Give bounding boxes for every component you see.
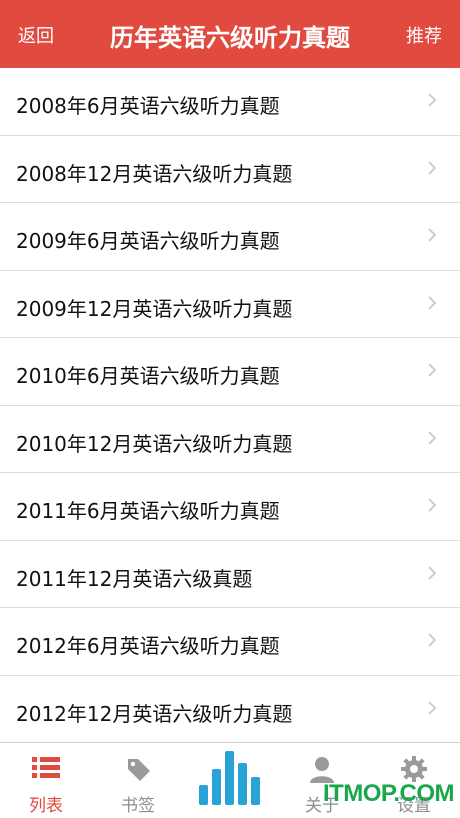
chevron-right-icon bbox=[428, 93, 437, 107]
chevron-right-icon bbox=[428, 430, 437, 445]
list-item[interactable]: 2009年6月英语六级听力真题 bbox=[0, 203, 460, 271]
list-item-label: 2011年6月英语六级听力真题 bbox=[16, 499, 280, 523]
person-icon bbox=[310, 757, 334, 783]
tag-icon bbox=[128, 759, 150, 781]
list-item[interactable]: 2010年6月英语六级听力真题 bbox=[0, 338, 460, 406]
tab-list[interactable]: 列表 bbox=[0, 743, 92, 818]
chevron-right-icon bbox=[428, 363, 437, 377]
page-title: 历年英语六级听力真题 bbox=[110, 24, 350, 52]
list-item-label: 2012年6月英语六级听力真题 bbox=[16, 634, 280, 658]
tab-bookmarks[interactable]: 书签 bbox=[92, 743, 184, 818]
chevron-right-icon bbox=[428, 498, 437, 512]
list-item-label: 2009年12月英语六级听力真题 bbox=[16, 296, 293, 321]
chevron-right-icon bbox=[428, 160, 437, 175]
chevron-right-icon bbox=[428, 565, 437, 580]
chevron-right-icon bbox=[428, 228, 437, 242]
chevron-right-icon bbox=[428, 295, 437, 310]
list-item-label: 2008年12月英语六级听力真题 bbox=[16, 161, 293, 186]
chevron-right-icon bbox=[428, 633, 437, 647]
list-item[interactable]: 2012年12月英语六级听力真题 bbox=[0, 675, 460, 743]
list-item-label: 2012年12月英语六级听力真题 bbox=[16, 701, 293, 726]
header-bar: 返回 历年英语六级听力真题 推荐 bbox=[0, 0, 460, 68]
list-item-label: 2010年12月英语六级听力真题 bbox=[16, 431, 293, 456]
list-item-label: 2009年6月英语六级听力真题 bbox=[16, 229, 280, 253]
list-item-label: 2010年6月英语六级听力真题 bbox=[16, 364, 280, 388]
list-icon bbox=[32, 757, 60, 778]
chevron-right-icon bbox=[428, 700, 437, 715]
list-item[interactable]: 2011年12月英语六级真题 bbox=[0, 540, 460, 608]
list-item[interactable]: 2009年12月英语六级听力真题 bbox=[0, 270, 460, 338]
bar-chart-icon bbox=[199, 751, 260, 805]
gear-icon bbox=[401, 756, 427, 782]
tab-chart[interactable] bbox=[184, 743, 276, 818]
exam-list: 2008年6月英语六级听力真题 2008年12月英语六级听力真题 2009年6月… bbox=[0, 68, 460, 743]
list-item[interactable]: 2012年6月英语六级听力真题 bbox=[0, 608, 460, 676]
list-item[interactable]: 2011年6月英语六级听力真题 bbox=[0, 473, 460, 541]
watermark: ITMOP.COM bbox=[322, 780, 455, 807]
list-item-label: 2011年12月英语六级真题 bbox=[16, 566, 253, 591]
list-item[interactable]: 2010年12月英语六级听力真题 bbox=[0, 405, 460, 473]
recommend-button[interactable]: 推荐 bbox=[406, 22, 442, 48]
list-item[interactable]: 2008年6月英语六级听力真题 bbox=[0, 68, 460, 136]
list-item-label: 2008年6月英语六级听力真题 bbox=[16, 94, 280, 118]
tab-label: 书签 bbox=[121, 796, 155, 816]
tab-label: 列表 bbox=[29, 796, 63, 816]
list-item[interactable]: 2008年12月英语六级听力真题 bbox=[0, 135, 460, 203]
